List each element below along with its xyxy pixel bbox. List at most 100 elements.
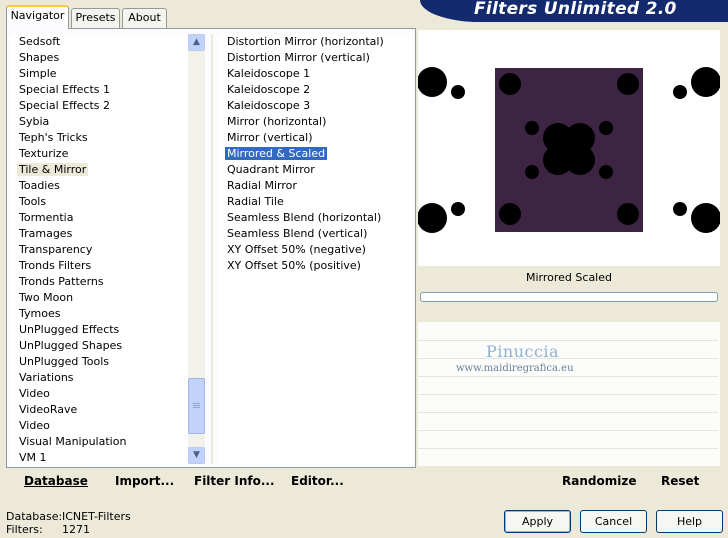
filter-list[interactable]: Distortion Mirror (horizontal) Distortion… [218, 34, 412, 464]
category-item[interactable]: VideoRave [10, 402, 188, 418]
category-item[interactable]: Tools [10, 194, 188, 210]
category-item-label: VM 1 [19, 451, 47, 464]
category-item[interactable]: Tramages [10, 226, 188, 242]
preview-dot [691, 203, 720, 233]
filter-item[interactable]: Radial Mirror [218, 178, 412, 194]
preview-dot [451, 202, 465, 216]
filter-item-label: Seamless Blend (vertical) [227, 227, 368, 240]
tab-about[interactable]: About [122, 8, 167, 28]
filter-item-label: Radial Mirror [227, 179, 297, 192]
category-item[interactable]: Simple [10, 66, 188, 82]
category-item[interactable]: Video [10, 418, 188, 434]
category-item-label: Texturize [19, 147, 69, 160]
category-item[interactable]: Tronds Patterns [10, 274, 188, 290]
apply-button[interactable]: Apply [504, 510, 571, 533]
category-item-label: Special Effects 1 [19, 83, 111, 96]
category-item-label: Special Effects 2 [19, 99, 111, 112]
row-divider [418, 412, 718, 413]
filter-item[interactable]: Mirrored & Scaled [218, 146, 412, 162]
reset-button[interactable]: Reset [661, 474, 699, 488]
cancel-button[interactable]: Cancel [580, 510, 647, 533]
category-item-label: Toadies [19, 179, 60, 192]
filter-item[interactable]: Seamless Blend (horizontal) [218, 210, 412, 226]
row-divider [418, 376, 718, 377]
filter-item[interactable]: XY Offset 50% (negative) [218, 242, 412, 258]
filter-item[interactable]: Radial Tile [218, 194, 412, 210]
category-item[interactable]: Visual Manipulation [10, 434, 188, 450]
scroll-thumb[interactable] [188, 378, 205, 434]
filter-item[interactable]: Kaleidoscope 3 [218, 98, 412, 114]
preview-dot [525, 121, 539, 135]
filters-count-value: 1271 [62, 523, 90, 536]
category-item[interactable]: Sedsoft [10, 34, 188, 50]
category-item[interactable]: Special Effects 2 [10, 98, 188, 114]
editor-button[interactable]: Editor... [291, 474, 344, 488]
category-item[interactable]: Toadies [10, 178, 188, 194]
category-item[interactable]: Tymoes [10, 306, 188, 322]
category-item[interactable]: Teph's Tricks [10, 130, 188, 146]
category-item-label: UnPlugged Effects [19, 323, 120, 336]
category-item-label: Visual Manipulation [19, 435, 127, 448]
watermark-url: www.maidiregrafica.eu [456, 363, 574, 374]
category-item[interactable]: Variations [10, 370, 188, 386]
filter-item[interactable]: Seamless Blend (vertical) [218, 226, 412, 242]
category-item[interactable]: Shapes [10, 50, 188, 66]
preview-dot [525, 165, 539, 179]
help-button[interactable]: Help [656, 510, 723, 533]
grip-line [193, 405, 200, 406]
category-item-label: Sedsoft [19, 35, 61, 48]
scroll-down-button[interactable]: ▼ [188, 447, 205, 464]
filter-item[interactable]: Quadrant Mirror [218, 162, 412, 178]
filter-info-button[interactable]: Filter Info... [194, 474, 275, 488]
preview-dot [673, 202, 687, 216]
category-item[interactable]: VM 1 [10, 450, 188, 464]
filter-item-label: Quadrant Mirror [227, 163, 315, 176]
list-divider [211, 34, 213, 464]
preview-dot [554, 134, 584, 164]
category-item[interactable]: Special Effects 1 [10, 82, 188, 98]
preview-dot [451, 85, 465, 99]
category-item-label: Shapes [19, 51, 60, 64]
filter-item[interactable]: Kaleidoscope 1 [218, 66, 412, 82]
filter-item[interactable]: XY Offset 50% (positive) [218, 258, 412, 274]
scroll-up-button[interactable]: ▲ [188, 34, 205, 51]
category-item-label: Simple [19, 67, 57, 80]
category-item[interactable]: Video [10, 386, 188, 402]
category-item[interactable]: Tormentia [10, 210, 188, 226]
category-item[interactable]: Texturize [10, 146, 188, 162]
category-item[interactable]: Tile & Mirror [10, 162, 188, 178]
tab-presets[interactable]: Presets [71, 8, 120, 28]
preview-dot [418, 203, 447, 233]
filter-item[interactable]: Distortion Mirror (horizontal) [218, 34, 412, 50]
preview-dot [499, 73, 521, 95]
category-item[interactable]: UnPlugged Shapes [10, 338, 188, 354]
import-button[interactable]: Import... [115, 474, 174, 488]
category-item[interactable]: Tronds Filters [10, 258, 188, 274]
category-item[interactable]: Sybia [10, 114, 188, 130]
row-divider [418, 394, 718, 395]
filter-item-label: Mirrored & Scaled [225, 147, 328, 160]
preview-dot [617, 73, 639, 95]
category-item-label: Tymoes [19, 307, 61, 320]
category-list[interactable]: Sedsoft Shapes Simple Special Effects 1 Spec… [10, 34, 188, 464]
filter-item[interactable]: Mirror (horizontal) [218, 114, 412, 130]
filters-count-label: Filters: [6, 523, 43, 536]
filter-name-label: Mirrored Scaled [526, 271, 612, 284]
filter-item[interactable]: Kaleidoscope 2 [218, 82, 412, 98]
database-button[interactable]: Database [24, 474, 88, 488]
tab-navigator[interactable]: Navigator [6, 5, 69, 29]
preview-dot [691, 67, 720, 97]
filter-item[interactable]: Mirror (vertical) [218, 130, 412, 146]
category-item-label: Sybia [19, 115, 50, 128]
filter-item-label: Distortion Mirror (vertical) [227, 51, 370, 64]
category-scrollbar[interactable]: ▲ ▼ [188, 34, 205, 464]
filter-item[interactable]: Distortion Mirror (vertical) [218, 50, 412, 66]
preview-dot [499, 203, 521, 225]
filter-item-label: XY Offset 50% (positive) [227, 259, 361, 272]
category-item[interactable]: UnPlugged Tools [10, 354, 188, 370]
progress-bar [420, 292, 718, 302]
category-item[interactable]: UnPlugged Effects [10, 322, 188, 338]
randomize-button[interactable]: Randomize [562, 474, 636, 488]
category-item[interactable]: Transparency [10, 242, 188, 258]
category-item[interactable]: Two Moon [10, 290, 188, 306]
